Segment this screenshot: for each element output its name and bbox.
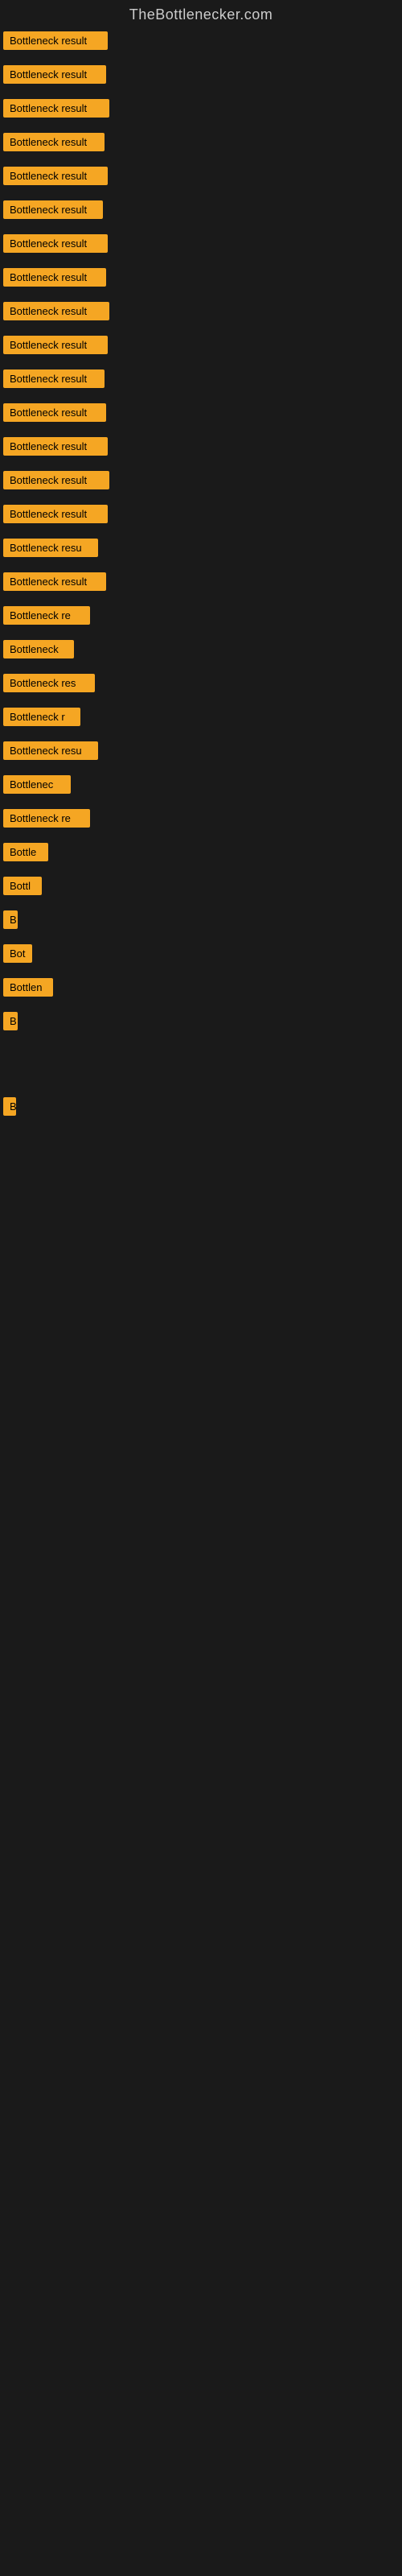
bottleneck-result-bar: Bottleneck result	[3, 369, 105, 388]
bottleneck-result-bar: Bottleneck result	[3, 133, 105, 151]
bottleneck-result-bar: B	[3, 1097, 16, 1116]
bottleneck-result-bar: Bottl	[3, 877, 42, 895]
list-item: Bottleneck result	[0, 466, 402, 498]
list-item: Bottleneck r	[0, 703, 402, 735]
list-item: Bottl	[0, 872, 402, 904]
list-item: Bottlenec	[0, 770, 402, 803]
list-item: Bottleneck re	[0, 804, 402, 836]
list-item: Bottleneck result	[0, 94, 402, 126]
bottleneck-result-bar: Bottleneck result	[3, 336, 108, 354]
list-item: Bottleneck result	[0, 432, 402, 464]
bottleneck-result-bar: B	[3, 910, 18, 929]
bottleneck-result-bar: Bottleneck result	[3, 471, 109, 489]
list-item: Bottle	[0, 838, 402, 870]
bottleneck-result-bar: Bottleneck result	[3, 268, 106, 287]
bottleneck-result-bar: Bottleneck result	[3, 403, 106, 422]
list-item: Bottleneck result	[0, 162, 402, 194]
bottleneck-result-bar: Bottleneck result	[3, 437, 108, 456]
bottleneck-result-bar: Bottleneck r	[3, 708, 80, 726]
bottleneck-result-bar: Bottleneck result	[3, 302, 109, 320]
list-item	[0, 1178, 402, 1202]
bottleneck-result-bar: Bottleneck result	[3, 99, 109, 118]
bottleneck-result-bar: Bottlen	[3, 978, 53, 997]
list-item: Bottleneck resu	[0, 737, 402, 769]
list-item: Bottleneck resu	[0, 534, 402, 566]
bottleneck-result-bar: Bottleneck res	[3, 674, 95, 692]
list-item: Bottleneck result	[0, 331, 402, 363]
bottleneck-result-bar: Bottle	[3, 843, 48, 861]
list-item: B	[0, 906, 402, 938]
list-item: B	[0, 1092, 402, 1125]
bottleneck-result-bar: Bottleneck	[3, 640, 74, 658]
bottleneck-result-bar: Bottleneck result	[3, 572, 106, 591]
bottleneck-result-bar: Bottleneck result	[3, 200, 103, 219]
list-item: Bottleneck result	[0, 60, 402, 93]
list-item: Bottleneck result	[0, 568, 402, 600]
list-item	[0, 1067, 402, 1091]
bottleneck-result-bar: Bottleneck resu	[3, 741, 98, 760]
bottleneck-result-bar: Bottlenec	[3, 775, 71, 794]
list-item: Bottleneck result	[0, 398, 402, 431]
list-item: Bot	[0, 939, 402, 972]
list-item: Bottleneck result	[0, 229, 402, 262]
list-item	[0, 1203, 402, 1228]
list-item: Bottleneck result	[0, 128, 402, 160]
list-item: Bottleneck	[0, 635, 402, 667]
list-item: Bottleneck result	[0, 297, 402, 329]
bottleneck-result-bar: B	[3, 1012, 18, 1030]
list-item: Bottleneck re	[0, 601, 402, 634]
list-item	[0, 1126, 402, 1150]
bottleneck-result-bar: Bottleneck result	[3, 234, 108, 253]
list-item: Bottleneck result	[0, 263, 402, 295]
bottleneck-result-bar: Bottleneck result	[3, 505, 108, 523]
bottleneck-result-bar: Bottleneck result	[3, 65, 106, 84]
bottleneck-result-bar: Bot	[3, 944, 32, 963]
bottleneck-result-bar: Bottleneck re	[3, 809, 90, 828]
site-title: TheBottlenecker.com	[0, 0, 402, 27]
list-item: B	[0, 1007, 402, 1039]
list-item: Bottleneck result	[0, 500, 402, 532]
list-item: Bottleneck result	[0, 27, 402, 59]
list-item: Bottleneck result	[0, 196, 402, 228]
list-item: Bottleneck res	[0, 669, 402, 701]
bottleneck-result-bar: Bottleneck result	[3, 167, 108, 185]
bottleneck-result-bar: Bottleneck resu	[3, 539, 98, 557]
list-item	[0, 1152, 402, 1176]
list-item: Bottleneck result	[0, 365, 402, 397]
list-item: Bottlen	[0, 973, 402, 1005]
list-item	[0, 1041, 402, 1065]
bottleneck-result-bar: Bottleneck result	[3, 31, 108, 50]
bottleneck-result-bar: Bottleneck re	[3, 606, 90, 625]
